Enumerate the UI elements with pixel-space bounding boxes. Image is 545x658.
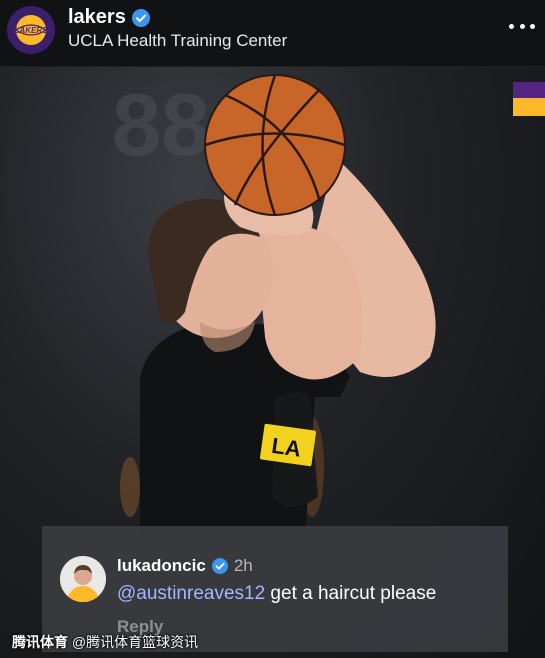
comment-header: lukadoncic 2h — [117, 556, 253, 576]
verified-badge-icon — [211, 558, 228, 574]
verified-badge-icon — [131, 8, 150, 27]
post-location[interactable]: UCLA Health Training Center — [68, 31, 287, 51]
mention-link[interactable]: @austinreaves12 — [117, 583, 265, 604]
more-dot — [519, 23, 525, 29]
account-name[interactable]: lakers — [68, 6, 126, 29]
comment-time: 2h — [233, 556, 253, 575]
basketball-icon — [204, 74, 346, 216]
banner-purple — [513, 82, 545, 98]
jersey-text: LA — [270, 433, 303, 462]
account-name-row[interactable]: lakers — [68, 6, 150, 29]
watermark: 腾讯体育 @腾讯体育篮球资讯 — [12, 632, 198, 652]
lakers-logo-text: LAKERS — [15, 26, 49, 35]
lakers-avatar[interactable]: LAKERS — [7, 6, 55, 54]
watermark-handle: @腾讯体育篮球资讯 — [68, 634, 199, 650]
bg-blur — [120, 457, 140, 517]
background-number: 88 — [112, 75, 210, 174]
comment-body: get a haircut please — [265, 583, 437, 604]
post-header: LAKERS lakers UCLA Health Training Cente… — [0, 0, 545, 67]
commenter-avatar[interactable] — [60, 556, 106, 602]
banner-gold — [513, 98, 545, 116]
watermark-brand: 腾讯体育 — [12, 634, 68, 650]
comment-text: @austinreaves12 get a haircut please — [117, 583, 436, 605]
more-dot — [509, 23, 514, 29]
commenter-avatar-image — [60, 556, 106, 602]
more-options-icon[interactable] — [509, 16, 535, 36]
lakers-logo-icon: LAKERS — [7, 6, 55, 54]
commenter-username[interactable]: lukadoncic — [117, 556, 206, 576]
more-dot — [530, 23, 535, 29]
